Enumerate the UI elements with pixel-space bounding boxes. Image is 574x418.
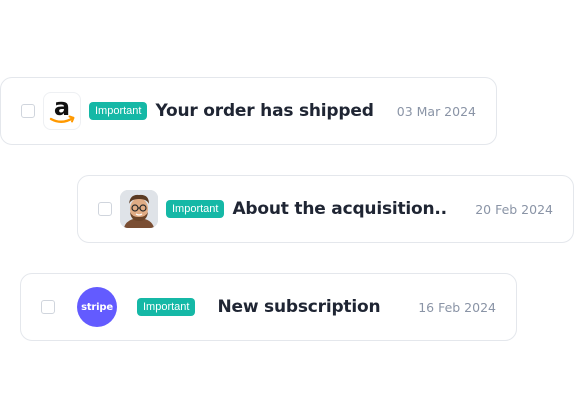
message-subject: About the acquisition.. [232, 199, 447, 219]
stripe-logo-icon: stripe [77, 287, 117, 327]
message-list: a Important Your order has shipped 03 Ma… [0, 0, 574, 418]
message-row[interactable]: Important About the acquisition.. 20 Feb… [77, 175, 574, 243]
select-checkbox[interactable] [41, 300, 55, 314]
stripe-logo-text: stripe [81, 301, 113, 313]
message-date: 03 Mar 2024 [396, 103, 476, 119]
select-checkbox[interactable] [21, 104, 35, 118]
message-row[interactable]: a Important Your order has shipped 03 Ma… [0, 77, 497, 145]
important-badge: Important [166, 200, 225, 218]
svg-text:a: a [54, 95, 70, 121]
message-subject: New subscription [217, 297, 381, 317]
message-date: 20 Feb 2024 [475, 201, 553, 217]
amazon-logo-icon: a [43, 92, 81, 130]
important-badge: Important [89, 102, 148, 120]
message-date: 16 Feb 2024 [418, 299, 496, 315]
person-avatar-icon [120, 190, 158, 228]
message-subject: Your order has shipped [155, 101, 374, 121]
important-badge: Important [137, 298, 196, 316]
select-checkbox[interactable] [98, 202, 112, 216]
message-row[interactable]: stripe Important New subscription 16 Feb… [20, 273, 517, 341]
